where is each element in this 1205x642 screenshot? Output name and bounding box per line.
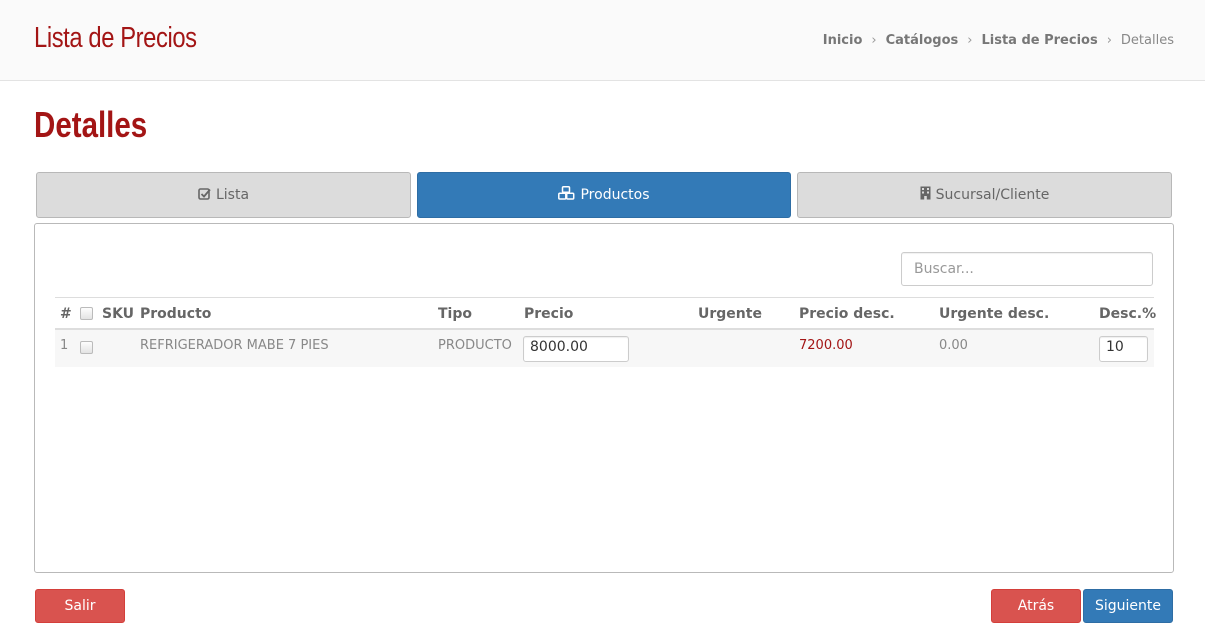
check-square-icon: [198, 187, 211, 204]
column-header-precio-desc: Precio desc.: [799, 306, 895, 322]
row-number: 1: [60, 338, 69, 353]
column-header-desc-pct: Desc.%: [1099, 306, 1157, 322]
row-precio-desc: 7200.00: [799, 338, 853, 353]
column-header-urgente: Urgente: [698, 306, 762, 322]
tab-sucursal-cliente[interactable]: Sucursal/Cliente: [797, 172, 1172, 218]
back-button[interactable]: Atrás: [991, 589, 1081, 623]
tab-lista[interactable]: Lista: [36, 172, 411, 218]
select-all-checkbox[interactable]: [80, 307, 93, 320]
building-icon: [920, 186, 931, 204]
column-header-urgente-desc: Urgente desc.: [939, 306, 1050, 322]
section-title: Detalles: [34, 104, 148, 145]
column-header-number: #: [60, 306, 72, 322]
precio-input[interactable]: 8000.00: [523, 336, 629, 362]
table-header: # SKU Producto Tipo Precio Urgente Preci…: [55, 297, 1157, 330]
productos-panel: # SKU Producto Tipo Precio Urgente Preci…: [34, 223, 1174, 573]
breadcrumb-detalles: Detalles: [1120, 33, 1174, 48]
breadcrumb-inicio[interactable]: Inicio: [823, 33, 863, 48]
breadcrumb: Inicio › Catálogos › Lista de Precios › …: [823, 33, 1174, 48]
app-title: Lista de Precios: [34, 22, 197, 54]
column-header-sku: SKU: [102, 306, 135, 322]
search-input[interactable]: [901, 252, 1153, 286]
row-urgente-desc: 0.00: [939, 338, 968, 353]
chevron-right-icon: ›: [967, 33, 973, 48]
column-header-tipo: Tipo: [438, 306, 472, 322]
tab-label: Productos: [580, 187, 650, 203]
tab-label: Lista: [215, 187, 250, 203]
exit-button[interactable]: Salir: [35, 589, 125, 623]
chevron-right-icon: ›: [1106, 33, 1112, 48]
cubes-icon: [558, 186, 575, 204]
row-producto: REFRIGERADOR MABE 7 PIES: [140, 338, 329, 353]
tab-productos[interactable]: Productos: [417, 172, 791, 218]
chevron-right-icon: ›: [871, 33, 877, 48]
column-header-precio: Precio: [524, 306, 574, 322]
next-button[interactable]: Siguiente: [1083, 589, 1173, 623]
table-row: 1 REFRIGERADOR MABE 7 PIES PRODUCTO 8000…: [55, 330, 1154, 367]
products-table: # SKU Producto Tipo Precio Urgente Preci…: [55, 297, 1157, 367]
top-header: Lista de Precios Inicio › Catálogos › Li…: [0, 0, 1205, 81]
row-tipo: PRODUCTO: [438, 338, 512, 353]
row-select-checkbox[interactable]: [80, 341, 93, 354]
tab-label: Sucursal/Cliente: [935, 187, 1050, 203]
breadcrumb-catalogos[interactable]: Catálogos: [886, 33, 959, 48]
breadcrumb-lista-precios[interactable]: Lista de Precios: [981, 33, 1097, 48]
column-header-producto: Producto: [140, 306, 212, 322]
desc-pct-input[interactable]: 10: [1099, 336, 1148, 362]
